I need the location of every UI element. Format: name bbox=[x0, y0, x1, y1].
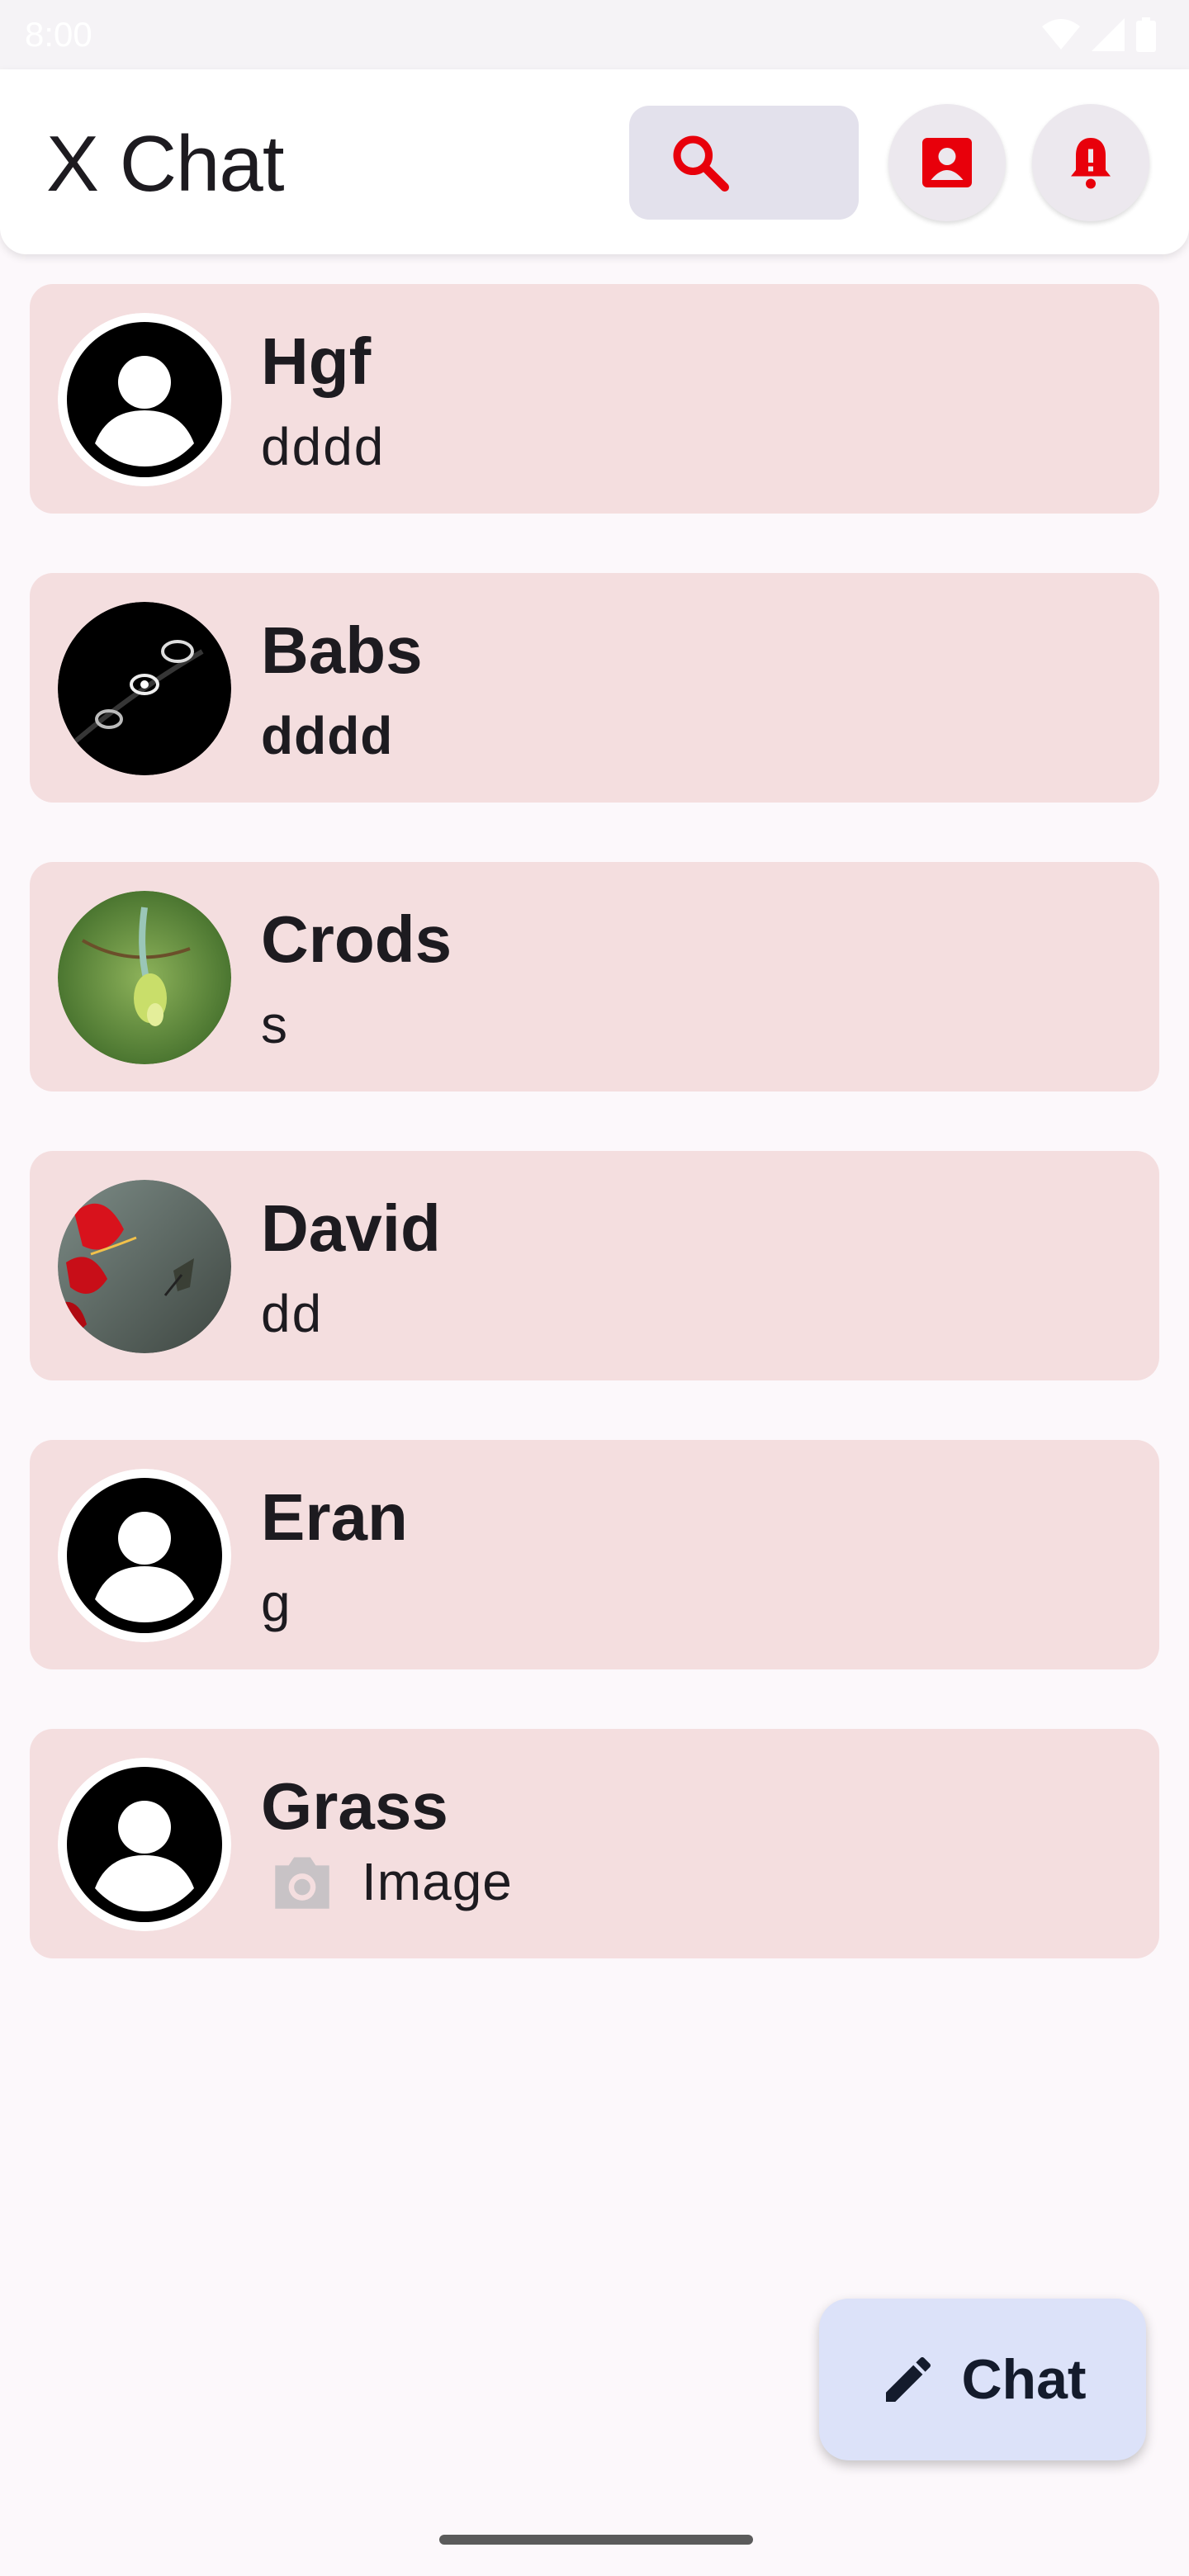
contacts-button[interactable] bbox=[888, 104, 1006, 221]
camera-icon bbox=[275, 1857, 329, 1909]
chat-item-babs[interactable]: Babs dddd bbox=[30, 573, 1159, 803]
wifi-icon bbox=[1042, 19, 1080, 50]
new-chat-button[interactable]: Chat bbox=[819, 2299, 1146, 2460]
chat-name: Eran bbox=[261, 1480, 408, 1554]
photo-avatar bbox=[58, 891, 231, 1064]
home-indicator[interactable] bbox=[439, 2535, 753, 2545]
battery-icon bbox=[1136, 17, 1156, 52]
bell-alert-icon bbox=[1071, 138, 1111, 189]
chat-item-david[interactable]: David dd bbox=[30, 1151, 1159, 1380]
contact-card-icon bbox=[922, 138, 972, 187]
chat-name: Babs bbox=[261, 613, 423, 687]
chat-item-crods[interactable]: Crods s bbox=[30, 862, 1159, 1091]
default-avatar bbox=[58, 1758, 231, 1931]
status-bar: 8:00 bbox=[0, 0, 1189, 69]
chat-name: Crods bbox=[261, 902, 452, 976]
signal-icon bbox=[1092, 18, 1125, 51]
notifications-button[interactable] bbox=[1032, 104, 1149, 221]
chat-name: Hgf bbox=[261, 324, 372, 398]
chat-item-grass[interactable]: Grass Image bbox=[30, 1729, 1159, 1958]
photo-avatar bbox=[58, 602, 231, 775]
chat-preview: dd bbox=[261, 1284, 324, 1343]
app-title: X Chat bbox=[46, 120, 284, 208]
chat-preview: dddd bbox=[261, 417, 386, 476]
pencil-icon bbox=[886, 2357, 931, 2402]
chat-preview: dddd bbox=[261, 706, 394, 765]
top-app-bar: X Chat bbox=[0, 69, 1189, 254]
status-time: 8:00 bbox=[25, 15, 92, 54]
chat-name: David bbox=[261, 1191, 441, 1265]
search-icon bbox=[673, 135, 729, 192]
chat-preview: Image bbox=[362, 1852, 513, 1911]
chat-name: Grass bbox=[261, 1769, 448, 1843]
status-icons bbox=[1042, 17, 1156, 53]
chat-preview-row: Image bbox=[269, 1851, 513, 1912]
default-avatar bbox=[58, 313, 231, 486]
chat-preview: s bbox=[261, 995, 289, 1054]
search-button[interactable] bbox=[629, 106, 859, 220]
chat-item-eran[interactable]: Eran g bbox=[30, 1440, 1159, 1669]
photo-avatar bbox=[58, 1180, 231, 1353]
default-avatar bbox=[58, 1469, 231, 1642]
chat-item-hgf[interactable]: Hgf dddd bbox=[30, 284, 1159, 514]
new-chat-label: Chat bbox=[961, 2348, 1087, 2411]
chat-preview: g bbox=[261, 1573, 292, 1632]
